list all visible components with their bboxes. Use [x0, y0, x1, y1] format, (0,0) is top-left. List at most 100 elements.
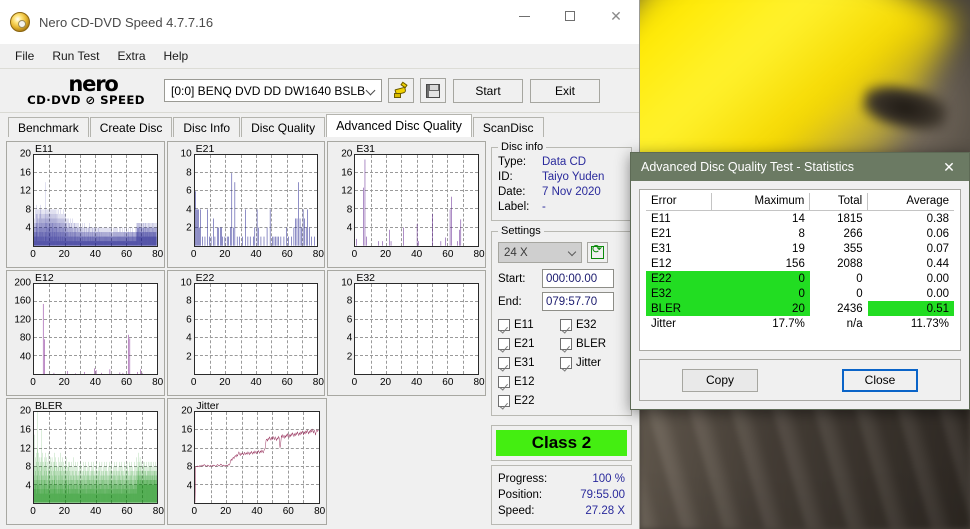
floppy-save-icon [426, 83, 440, 98]
chart-title: E22 [195, 271, 215, 284]
drive-select[interactable]: [0:0] BENQ DVD DD DW1640 BSLB [164, 79, 382, 102]
chart-y-axis: 2 4 6 8 10 [328, 271, 354, 396]
tab-create-disc[interactable]: Create Disc [89, 117, 173, 137]
checkbox-jitter[interactable]: Jitter [560, 353, 622, 372]
stat-error-cell: E12 [651, 257, 672, 270]
exit-button[interactable]: Exit [530, 78, 600, 103]
checkbox-e11-label: E11 [514, 318, 534, 331]
checkbox-e21[interactable]: E21 [498, 334, 560, 353]
y-axis-tick-label: 12 [181, 443, 193, 455]
class-badge-container: Class 2 [491, 425, 632, 461]
stat-average-cell: 11.73% [910, 317, 949, 330]
checkbox-e21-label: E21 [514, 337, 535, 350]
checkbox-e12[interactable]: E12 [498, 372, 560, 391]
chart-e32: E32 2 4 6 8 10 0 20 40 60 80 [327, 269, 487, 397]
y-axis-tick-label: 4 [186, 332, 192, 344]
tab-benchmark[interactable]: Benchmark [8, 117, 89, 137]
copy-button[interactable]: Copy [682, 368, 758, 392]
chart-plot [354, 154, 480, 247]
chart-data-series [194, 155, 318, 246]
check-icon [560, 337, 572, 350]
chart-data-series [195, 412, 319, 504]
x-axis-tick-label: 60 [281, 248, 293, 260]
start-time-input[interactable]: 000:00.00 [542, 269, 614, 288]
y-axis-tick-label: 120 [14, 314, 31, 326]
x-axis-tick-label: 60 [281, 377, 293, 389]
x-axis-tick-label: 40 [411, 248, 423, 260]
end-time-input[interactable]: 079:57.70 [542, 292, 614, 311]
tab-scandisc[interactable]: ScanDisc [472, 117, 544, 137]
dialog-close-button[interactable]: ✕ [929, 153, 969, 181]
checkbox-bler[interactable]: BLER [560, 334, 622, 353]
chart-y-axis: 4 8 12 16 20 [328, 142, 354, 267]
speed-select-value: 24 X [504, 246, 528, 259]
check-icon [498, 356, 510, 369]
stat-total-cell: 0 [856, 287, 863, 300]
status-badge: Class 2 [496, 430, 627, 456]
header-error: Error [646, 193, 712, 211]
close-dialog-button[interactable]: Close [842, 368, 918, 392]
x-axis-tick-label: 20 [379, 248, 392, 260]
stat-average-cell: 0.44 [926, 257, 949, 270]
header-average: Average [867, 193, 954, 211]
x-axis-tick-label: 20 [58, 248, 70, 260]
tab-disc-info[interactable]: Disc Info [173, 117, 241, 137]
check-icon [498, 394, 510, 407]
window-controls: ✕ [501, 0, 639, 44]
dialog-title: Advanced Disc Quality Test - Statistics [641, 160, 855, 174]
stat-error-cell: E22 [646, 271, 712, 286]
maximize-button[interactable] [547, 0, 593, 32]
nero-logo: nero CD·DVD ⊘ SPEED [8, 74, 156, 107]
checkbox-e22[interactable]: E22 [498, 391, 560, 410]
tab-disc-quality[interactable]: Disc Quality [241, 117, 326, 137]
tab-advanced-disc-quality[interactable]: Advanced Disc Quality [326, 114, 472, 137]
check-icon [498, 375, 510, 388]
y-axis-tick-label: 4 [25, 222, 31, 234]
x-axis-tick-label: 20 [219, 377, 231, 389]
x-axis-tick-label: 60 [282, 506, 294, 518]
table-row: E31 19 355 0.07 [646, 241, 954, 256]
disc-info-legend: Disc info [501, 141, 544, 153]
minimize-button[interactable] [501, 0, 547, 32]
stat-maximum-cell: 20 [711, 301, 810, 316]
x-axis-tick-label: 80 [473, 377, 485, 389]
chart-data-series [355, 155, 478, 246]
start-button[interactable]: Start [453, 78, 523, 103]
checkbox-e31[interactable]: E31 [498, 353, 560, 372]
position-row: Position: 79:55.00 [498, 487, 625, 503]
close-icon: ✕ [610, 8, 622, 24]
y-axis-tick-label: 80 [19, 332, 31, 344]
speed-status-row: Speed: 27.28 X [498, 503, 625, 519]
checkbox-e32[interactable]: E32 [560, 315, 622, 334]
checkbox-e11[interactable]: E11 [498, 315, 560, 334]
menu-extra[interactable]: Extra [108, 46, 154, 66]
nero-cd-dvd-speed-window: Nero CD-DVD Speed 4.7.7.16 ✕ File Run Te… [0, 0, 640, 529]
refresh-button[interactable] [587, 242, 608, 263]
chart-plot-area [33, 411, 159, 505]
menu-help[interactable]: Help [155, 46, 198, 66]
x-axis-tick-label: 80 [152, 377, 164, 389]
menu-run-test[interactable]: Run Test [43, 46, 108, 66]
chart-x-axis: 0 20 40 60 80 [352, 377, 485, 391]
check-icon [498, 318, 510, 331]
chart-title: E21 [195, 143, 215, 155]
y-axis-tick-label: 6 [186, 185, 192, 197]
disc-info-group: Disc info Type: Data CD ID: Taiyo Yuden … [491, 141, 632, 221]
chart-data-series [195, 284, 318, 375]
y-axis-tick-label: 160 [14, 295, 31, 307]
right-panel: Disc info Type: Data CD ID: Taiyo Yuden … [491, 141, 632, 525]
x-axis-tick-label: 0 [190, 377, 197, 389]
header-maximum: Maximum [711, 193, 811, 211]
menu-file[interactable]: File [6, 46, 43, 66]
chart-y-axis: 2 4 6 8 10 [168, 142, 194, 267]
save-button[interactable] [420, 78, 446, 103]
stat-maximum-cell: 156 [785, 257, 805, 270]
table-row: E21 8 266 0.06 [646, 226, 954, 241]
speed-select[interactable]: 24 X [498, 242, 582, 263]
chevron-down-icon [567, 247, 577, 257]
close-button[interactable]: ✕ [593, 0, 639, 32]
chart-plot [33, 411, 159, 505]
chart-plot-area [194, 411, 320, 505]
eject-button[interactable] [388, 78, 414, 103]
stat-maximum-cell: 19 [792, 242, 805, 255]
